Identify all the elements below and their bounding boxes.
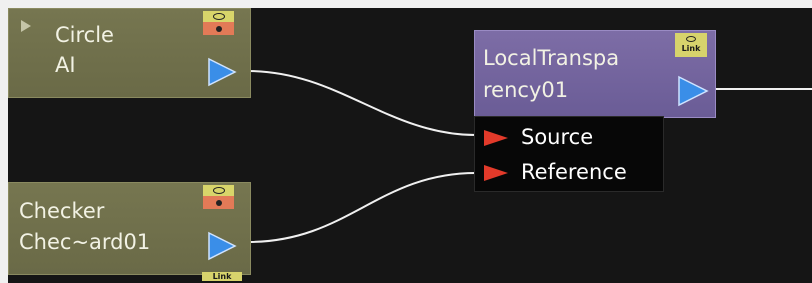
wire-circle-to-source[interactable] — [247, 70, 477, 136]
visibility-eye-icon — [686, 36, 696, 42]
localtransparency-node[interactable]: LocalTranspa rency01 Link — [474, 30, 716, 118]
checker-node-subtitle: Chec~ard01 — [19, 230, 151, 254]
localtransparency-node-title-line1: LocalTranspa — [483, 46, 620, 70]
visibility-eye-icon[interactable] — [203, 185, 234, 196]
checker-node-title: Checker — [19, 199, 105, 223]
node-graph-canvas[interactable]: Circle AI Checker Chec~ard01 Link LocalT… — [8, 8, 812, 283]
input-port-arrow-icon[interactable] — [483, 164, 509, 182]
circle-node[interactable]: Circle AI — [8, 8, 251, 98]
localtransparency-node-title-line2: rency01 — [483, 78, 569, 102]
input-port-source[interactable]: Source — [475, 122, 663, 152]
localtransparency-output-port-icon[interactable] — [677, 75, 709, 107]
input-port-arrow-icon[interactable] — [483, 129, 509, 147]
checker-node-flags — [203, 185, 234, 209]
render-flag-icon[interactable] — [203, 22, 234, 35]
checker-link-badge[interactable]: Link — [202, 272, 242, 281]
visibility-eye-icon[interactable] — [203, 11, 234, 22]
input-port-reference[interactable]: Reference — [475, 157, 663, 187]
checker-node[interactable]: Checker Chec~ard01 — [8, 182, 251, 275]
circle-output-port-icon[interactable] — [207, 57, 237, 87]
localtransparency-link-badge[interactable]: Link — [675, 33, 707, 57]
localtransparency-input-ports: Source Reference — [474, 116, 664, 192]
input-port-label: Source — [521, 125, 594, 149]
render-flag-icon[interactable] — [203, 196, 234, 209]
circle-node-flags — [203, 11, 234, 35]
expand-triangle-icon[interactable] — [21, 20, 31, 32]
editor-background: Circle AI Checker Chec~ard01 Link LocalT… — [0, 0, 812, 283]
circle-node-title: Circle — [55, 23, 114, 47]
link-label: Link — [681, 44, 701, 53]
circle-node-subtitle: AI — [55, 53, 76, 77]
input-port-label: Reference — [521, 160, 627, 184]
wire-checker-to-reference[interactable] — [247, 172, 477, 243]
checker-output-port-icon[interactable] — [207, 231, 237, 261]
